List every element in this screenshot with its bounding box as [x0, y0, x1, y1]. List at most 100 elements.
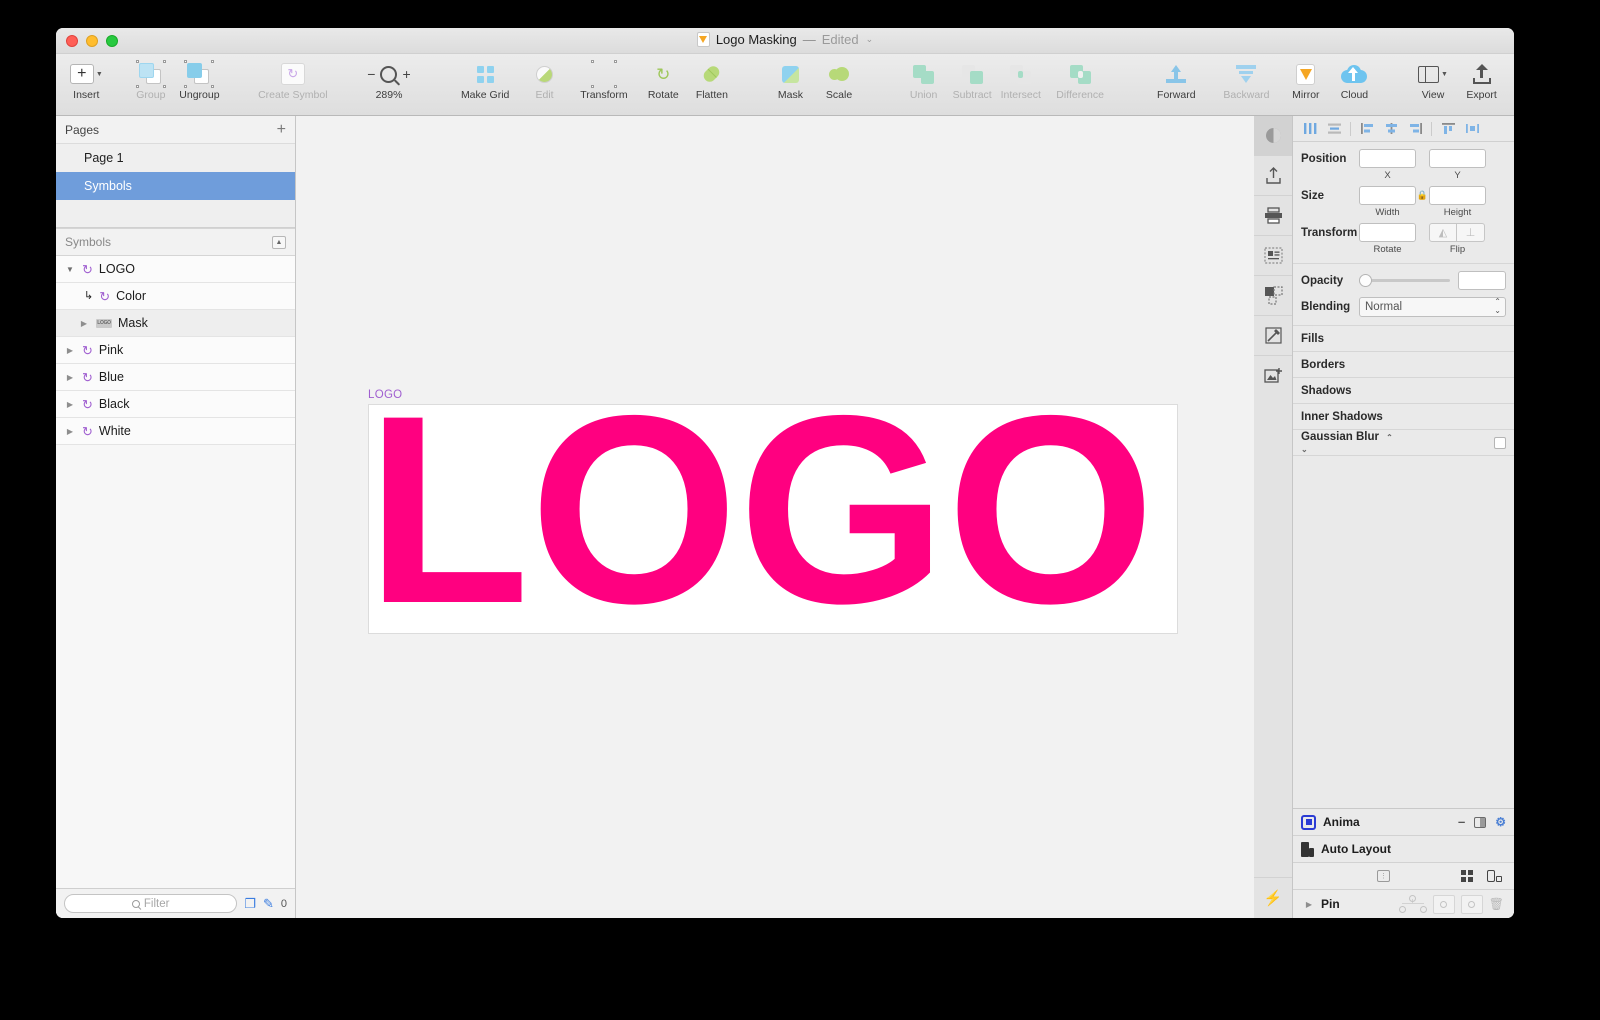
anima-pin-row[interactable]: ▶ Pin 🗑 — [1293, 890, 1514, 918]
toolbar-transform[interactable]: Transform — [569, 58, 639, 101]
gear-icon[interactable]: ⚙ — [1495, 815, 1506, 829]
inspector-panel-icon[interactable] — [1254, 116, 1292, 156]
duplicate-icon[interactable]: ❐ — [244, 897, 256, 910]
toolbar-mask[interactable]: Mask — [766, 58, 815, 101]
artboard-label[interactable]: LOGO — [368, 389, 402, 401]
magnifier-icon[interactable] — [380, 65, 398, 83]
anima-auto-layout-header[interactable]: Auto Layout — [1293, 836, 1514, 863]
trash-icon[interactable]: 🗑 — [1489, 897, 1504, 911]
layer-row-logo[interactable]: ▼ ↻ LOGO — [56, 256, 295, 283]
pin-center-icon[interactable] — [1432, 894, 1455, 914]
page-item-page-1[interactable]: Page 1 — [56, 144, 295, 172]
toolbar-forward[interactable]: Forward — [1141, 58, 1211, 101]
toolbar-insert[interactable]: + ▼ Insert — [62, 58, 111, 101]
toolbar-union[interactable]: Union — [899, 58, 948, 101]
toolbar-subtract[interactable]: Subtract — [948, 58, 997, 101]
toolbar-edit[interactable]: Edit — [520, 58, 569, 101]
canvas[interactable]: LOGO LOGO — [296, 116, 1254, 918]
align-right-edges-icon[interactable] — [1404, 120, 1426, 138]
layer-row-blue[interactable]: ▶ ↻ Blue — [56, 364, 295, 391]
disclosure-triangle-icon[interactable]: ▶ — [64, 346, 76, 355]
toolbar-create-symbol[interactable]: ↻ Create Symbol — [258, 58, 328, 101]
titlebar: Logo Masking — Edited ⌄ — [56, 28, 1514, 54]
flip-vertical-button[interactable]: ⊥ — [1457, 223, 1485, 242]
rotate-input[interactable] — [1359, 223, 1416, 242]
section-fills[interactable]: Fills — [1293, 326, 1514, 352]
anima-bolt-icon[interactable]: ⚡ — [1254, 878, 1292, 918]
opacity-slider[interactable] — [1359, 274, 1450, 287]
align-left-icon[interactable] — [1299, 120, 1321, 138]
toolbar-make-grid[interactable]: Make Grid — [450, 58, 520, 101]
toolbar-intersect[interactable]: Intersect — [996, 58, 1045, 101]
pin-nodes-icon[interactable] — [1398, 895, 1427, 913]
width-input[interactable] — [1359, 186, 1416, 205]
position-x-input[interactable] — [1359, 149, 1416, 168]
section-shadows[interactable]: Shadows — [1293, 378, 1514, 404]
align-center-icon[interactable] — [1380, 120, 1402, 138]
filter-input[interactable]: Filter — [64, 894, 238, 913]
toolbar-scale[interactable]: Scale — [815, 58, 864, 101]
pin-edge-icon[interactable] — [1460, 894, 1483, 914]
title-chevron-icon[interactable]: ⌄ — [866, 34, 874, 45]
page-item-symbols[interactable]: Symbols — [56, 172, 295, 200]
disclosure-triangle-icon[interactable]: ▼ — [64, 265, 76, 274]
layer-row-white[interactable]: ▶ ↻ White — [56, 418, 295, 445]
layer-row-color[interactable]: ↳ ↻ Color — [56, 283, 295, 310]
align-center-horizontal-icon[interactable] — [1323, 120, 1345, 138]
mask-panel-icon[interactable] — [1254, 276, 1292, 316]
zoom-out-icon[interactable]: − — [367, 66, 375, 82]
toolbar-rotate[interactable]: ↻ Rotate — [639, 58, 688, 102]
lock-icon[interactable]: 🔒 — [1416, 190, 1429, 201]
opacity-input[interactable] — [1458, 271, 1506, 290]
flip-horizontal-button[interactable]: ◭ — [1429, 223, 1457, 242]
toolbar-export[interactable]: Export — [1457, 58, 1506, 101]
align-top-icon[interactable] — [1437, 120, 1459, 138]
toolbar-group[interactable]: Group — [127, 58, 176, 101]
zoom-controls[interactable]: − + — [367, 61, 411, 87]
text-layout-panel-icon[interactable] — [1254, 236, 1292, 276]
disclosure-triangle-icon[interactable]: ▶ — [78, 319, 90, 328]
layer-row-black[interactable]: ▶ ↻ Black — [56, 391, 295, 418]
toolbar-mirror[interactable]: Mirror — [1282, 58, 1331, 101]
distribute-horizontal-icon[interactable] — [1461, 120, 1483, 138]
collapse-all-icon[interactable]: ▲ — [272, 235, 286, 249]
position-y-input[interactable] — [1429, 149, 1486, 168]
print-panel-icon[interactable] — [1254, 196, 1292, 236]
toolbar-view[interactable]: ▼ View — [1409, 58, 1458, 101]
add-page-button[interactable]: + — [277, 121, 286, 138]
blending-select[interactable]: Normal ⌃ ⌄ — [1359, 297, 1506, 317]
zoom-in-icon[interactable]: + — [402, 66, 410, 82]
disclosure-triangle-icon[interactable]: ▶ — [64, 373, 76, 382]
anima-header[interactable]: Anima – ⚙ — [1293, 809, 1514, 836]
toolbar-difference[interactable]: Difference — [1045, 58, 1115, 101]
disclosure-triangle-icon[interactable]: ▶ — [64, 427, 76, 436]
add-image-panel-icon[interactable] — [1254, 356, 1292, 396]
grid-dots-icon[interactable] — [1461, 870, 1473, 882]
logo-artwork-text[interactable]: LOGO — [369, 405, 1155, 633]
toolbar-zoom[interactable]: − + 289% — [354, 58, 424, 101]
layer-label: White — [98, 424, 131, 438]
edit-shape-panel-icon[interactable] — [1254, 316, 1292, 356]
anima-minimize-button[interactable]: – — [1458, 815, 1465, 828]
artboard-logo[interactable]: LOGO — [368, 404, 1178, 634]
gaussian-blur-checkbox[interactable] — [1494, 436, 1506, 449]
section-borders[interactable]: Borders — [1293, 352, 1514, 378]
toolbar-cloud[interactable]: Cloud — [1330, 58, 1379, 101]
toolbar-backward[interactable]: Backward — [1211, 58, 1281, 101]
align-left-edges-icon[interactable] — [1356, 120, 1378, 138]
folder-icon[interactable]: ⋮ — [1376, 870, 1390, 882]
toolbar-flatten[interactable]: Flatten — [688, 58, 737, 101]
device-icon[interactable] — [1487, 870, 1502, 882]
section-inner-shadows[interactable]: Inner Shadows — [1293, 404, 1514, 430]
toolbar-ungroup[interactable]: Ungroup — [175, 58, 224, 101]
size-sublabels: Width Height — [1293, 207, 1514, 218]
panel-toggle-icon[interactable] — [1474, 816, 1487, 828]
pin-disclosure-icon[interactable]: ▶ — [1303, 900, 1315, 909]
height-input[interactable] — [1429, 186, 1486, 205]
disclosure-triangle-icon[interactable]: ▶ — [64, 400, 76, 409]
pencil-icon[interactable]: ✎ — [263, 897, 274, 910]
section-gaussian-blur[interactable]: Gaussian Blur ⌃ ⌄ — [1293, 430, 1514, 456]
layer-row-pink[interactable]: ▶ ↻ Pink — [56, 337, 295, 364]
export-panel-icon[interactable] — [1254, 156, 1292, 196]
layer-row-mask[interactable]: ▶ LOGO Mask — [56, 310, 295, 337]
